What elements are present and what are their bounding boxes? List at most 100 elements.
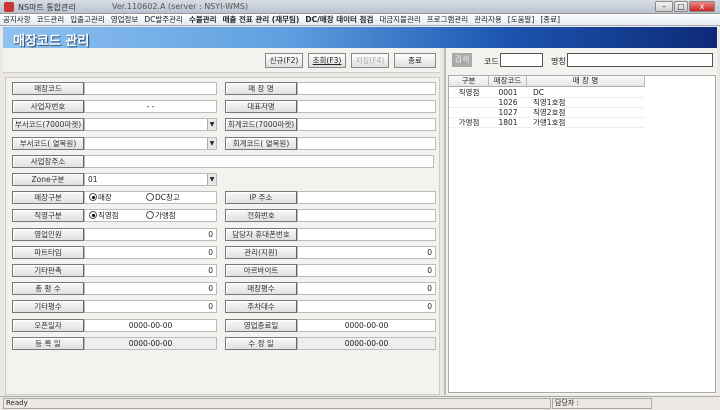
table-row[interactable]: 1027 직영2호점 — [449, 108, 645, 118]
minimize-button[interactable]: – — [655, 1, 673, 12]
dept-yeol-input[interactable]: ▼ — [84, 136, 217, 150]
chevron-down-icon[interactable]: ▼ — [207, 174, 216, 185]
ip-label: IP 주소 — [225, 191, 297, 205]
reg-date-label: 등 록 일 — [12, 336, 84, 350]
column-header[interactable]: 구분 — [449, 76, 489, 87]
menu-item[interactable]: 코드관리 — [34, 14, 68, 26]
radio-icon — [146, 211, 154, 220]
menu-item[interactable]: 대금지불관리 — [376, 14, 423, 26]
sales-staff-input[interactable]: 0 — [84, 227, 217, 241]
table-row[interactable]: 직영점 0001 DC — [449, 88, 645, 98]
store-name-input[interactable] — [297, 82, 436, 95]
acct-7000-input[interactable] — [297, 118, 436, 132]
store-code-input[interactable] — [84, 82, 217, 95]
field-value: 0000-00-00 — [128, 338, 173, 348]
menu-item[interactable]: 영업정보 — [108, 14, 142, 26]
field-value: 0000-00-00 — [128, 320, 173, 330]
new-button[interactable]: 신규(F2) — [265, 53, 303, 68]
name-label: 명칭 — [551, 57, 566, 66]
menu-item[interactable]: [종료] — [537, 14, 563, 26]
menu-item[interactable]: [도움말] — [505, 14, 538, 26]
menu-item[interactable]: 관리자용 — [471, 14, 505, 26]
address-label: 사업장주소 — [12, 154, 84, 168]
biz-no-input[interactable]: - - — [84, 100, 217, 114]
column-header[interactable]: 매 장 명 — [527, 76, 645, 87]
radio-option[interactable]: 직영점 — [89, 210, 119, 221]
reg-date-input[interactable]: 0000-00-00 — [84, 336, 217, 350]
table-cell: 1801 — [498, 118, 518, 127]
radio-icon — [89, 193, 97, 202]
mod-date-label: 수 정 일 — [225, 336, 297, 350]
name-input[interactable] — [567, 53, 713, 67]
toolbar: 신규(F2) 조회(F3) 저장(F4) 종료 — [3, 48, 440, 73]
field-value: 0 — [427, 266, 432, 275]
parking-input[interactable]: 0 — [297, 300, 436, 314]
save-button[interactable]: 저장(F4) — [351, 53, 389, 68]
column-header[interactable]: 매장코드 — [489, 76, 527, 87]
menu-item[interactable]: 공지사항 — [0, 14, 34, 26]
ceo-input[interactable] — [297, 100, 436, 114]
arbeit-input[interactable]: 0 — [297, 264, 436, 277]
close-date-input[interactable]: 0000-00-00 — [297, 318, 436, 332]
dept-7000-input[interactable]: ▼ — [84, 118, 217, 132]
radio-label: 가맹점 — [155, 211, 176, 221]
field-value: 0 — [208, 229, 213, 239]
table-cell: 가맹1호점 — [533, 118, 566, 127]
store-area-input[interactable]: 0 — [297, 282, 436, 296]
acct-7000-label: 회계코드(7000마켓) — [225, 118, 297, 132]
manager-label: 담당자 : — [552, 398, 652, 409]
close-window-button[interactable]: 종료 — [394, 53, 436, 68]
code-input[interactable] — [500, 53, 543, 67]
total-area-input[interactable]: 0 — [84, 282, 217, 296]
acct-yeol-input[interactable] — [297, 136, 436, 150]
chevron-down-icon[interactable]: ▼ — [207, 137, 216, 149]
table-row[interactable]: 가맹점 1801 가맹1호점 — [449, 118, 645, 128]
part-time-input[interactable]: 0 — [84, 245, 217, 259]
store-type-radio-group: 매장 DC창고 — [84, 191, 217, 205]
radio-option[interactable]: 가맹점 — [146, 210, 176, 221]
address-input[interactable] — [84, 154, 434, 168]
chevron-down-icon[interactable]: ▼ — [207, 119, 216, 131]
mod-date-input[interactable]: 0000-00-00 — [297, 336, 436, 350]
menu-item[interactable]: 매출 전표 관리 (재무팀) — [220, 14, 303, 26]
status-bar: Ready 담당자 : — [0, 396, 720, 410]
table-cell: DC — [533, 88, 545, 97]
store-code-label: 매장코드 — [12, 82, 84, 95]
menu-item[interactable]: DC/매장 데이터 점검 — [302, 14, 376, 26]
store-area-label: 매장평수 — [225, 282, 297, 296]
radio-label: DC창고 — [155, 193, 180, 203]
maximize-button[interactable]: □ — [674, 1, 688, 12]
field-value: 0 — [427, 302, 432, 312]
menu-item[interactable]: DC발주관리 — [141, 14, 186, 26]
table-cell: 가맹점 — [458, 118, 480, 127]
field-value: 01 — [88, 175, 98, 184]
field-value: 0 — [208, 302, 213, 312]
manage-label: 관리(지원) — [225, 245, 297, 259]
store-type-label: 매장구분 — [12, 191, 84, 205]
arbeit-label: 아르바이트 — [225, 264, 297, 277]
search-button[interactable]: 조회(F3) — [308, 53, 346, 68]
table-cell: 직영점 — [458, 88, 480, 97]
biz-no-label: 사업자번호 — [12, 100, 84, 114]
radio-option[interactable]: 매장 — [89, 192, 112, 203]
other-seller-input[interactable]: 0 — [84, 264, 217, 277]
table-row[interactable]: 1026 직영1호점 — [449, 98, 645, 108]
search-list-button[interactable]: 검색 — [452, 53, 472, 67]
ip-input[interactable] — [297, 191, 436, 205]
title-bar: NS마트 통합관리 Ver.110602.A (server : NSYI-WM… — [0, 0, 720, 14]
close-button[interactable]: x — [689, 1, 715, 12]
menu-item[interactable]: 수불관리 — [186, 14, 220, 26]
other-area-input[interactable]: 0 — [84, 300, 217, 314]
menu-item[interactable]: 프로그램관리 — [424, 14, 471, 26]
open-date-input[interactable]: 0000-00-00 — [84, 318, 217, 332]
radio-option[interactable]: DC창고 — [146, 192, 180, 203]
field-value: 0 — [208, 247, 213, 257]
menu-item[interactable]: 입출고관리 — [67, 14, 108, 26]
app-icon — [4, 2, 14, 12]
phone-input[interactable] — [297, 209, 436, 223]
manage-input[interactable]: 0 — [297, 245, 436, 259]
zone-input[interactable]: 01 ▼ — [84, 173, 217, 186]
field-value: 0 — [208, 266, 213, 275]
radio-label: 매장 — [98, 193, 112, 203]
mobile-input[interactable] — [297, 227, 436, 241]
